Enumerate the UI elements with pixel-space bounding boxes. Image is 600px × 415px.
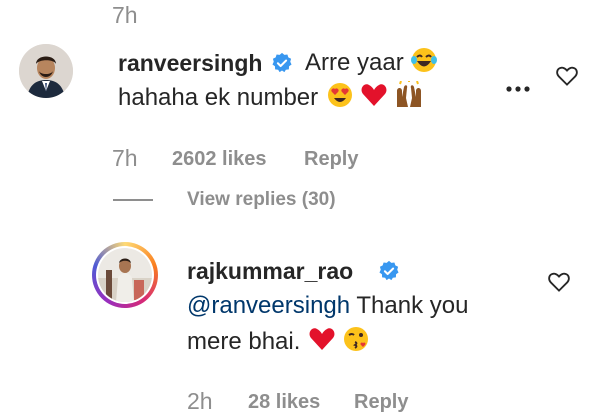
reply-mention-link[interactable]: @ranveersingh [187,292,350,319]
avatar-ranveersingh[interactable] [19,44,73,98]
reply-text-line1: @ranveersingh Thank you [187,288,468,324]
comment-likes-count[interactable]: 2602 likes [172,148,267,171]
reply-likes-count[interactable]: 28 likes [248,391,320,414]
reply-like-heart-icon[interactable] [548,272,570,292]
reply-text-line2: mere bhai. [187,324,370,364]
reply-username[interactable]: rajkummar_rao [187,258,353,285]
comment-text-line2: hahaha ek number [118,79,424,120]
more-options-icon[interactable] [505,73,531,99]
avatar-rajkummar-rao[interactable] [92,242,158,308]
comment-text-2: hahaha ek number [118,84,319,111]
comment-text-line1: Arre yaar [305,45,438,85]
avatar-photo-icon [19,44,73,98]
red-heart-emoji-icon [360,81,388,120]
reply-reply-button[interactable]: Reply [354,391,408,414]
view-replies-button[interactable]: View replies (30) [187,189,336,211]
top-timestamp: 7h [112,2,138,28]
verified-badge-icon [378,260,400,287]
kiss-wink-emoji-icon [342,325,370,364]
comment-reply-button[interactable]: Reply [304,148,358,171]
avatar-inner [96,246,154,304]
reply-text-1: Thank you [350,292,469,319]
comment-username[interactable]: ranveersingh [118,50,262,77]
avatar-photo-icon [98,248,152,302]
comment-like-heart-icon[interactable] [556,66,578,86]
heart-eyes-emoji-icon [326,81,354,120]
comment-text-1: Arre yaar [305,49,404,76]
reply-time: 2h [187,388,213,414]
replies-divider [113,199,153,201]
red-heart-emoji-icon [308,325,336,364]
raising-hands-emoji-icon [394,79,424,120]
reply-text-2: mere bhai. [187,328,301,355]
comment-time: 7h [112,145,138,171]
verified-badge-icon [271,52,293,79]
